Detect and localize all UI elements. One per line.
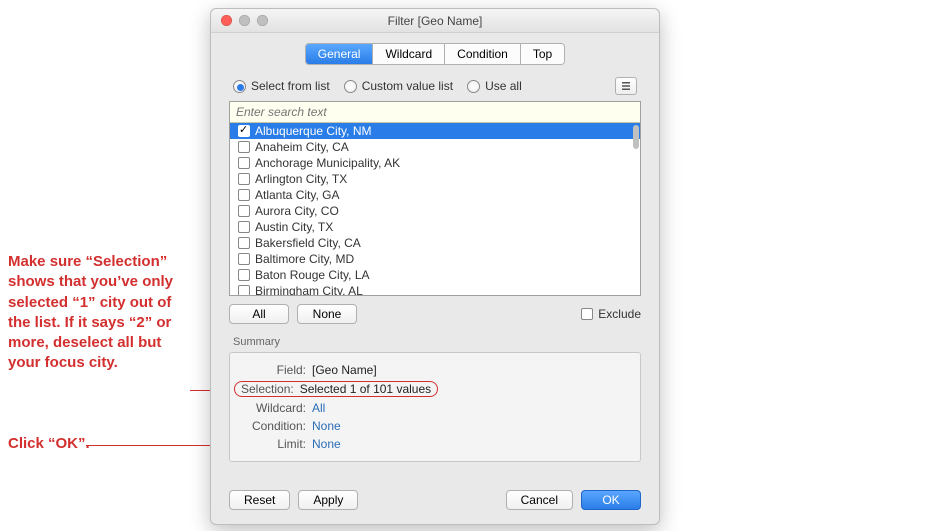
radio-label: Use all <box>485 79 522 93</box>
summary-limit-label: Limit: <box>240 437 312 451</box>
checkbox-icon <box>238 269 250 281</box>
search-input[interactable] <box>230 102 640 122</box>
radio-dot-icon <box>233 80 246 93</box>
list-item-label: Baton Rouge City, LA <box>255 268 370 283</box>
list-item[interactable]: Anaheim City, CA <box>230 139 640 155</box>
radio-label: Select from list <box>251 79 330 93</box>
summary-limit-value: None <box>312 437 341 451</box>
dialog-title: Filter [Geo Name] <box>211 14 659 28</box>
exclude-checkbox[interactable]: Exclude <box>581 307 641 321</box>
list-item-label: Albuquerque City, NM <box>255 124 372 139</box>
list-item[interactable]: Baton Rouge City, LA <box>230 267 640 283</box>
list-item-label: Baltimore City, MD <box>255 252 354 267</box>
checkbox-icon <box>238 157 250 169</box>
radio-dot-icon <box>344 80 357 93</box>
summary-condition-value: None <box>312 419 341 433</box>
list-item-label: Bakersfield City, CA <box>255 236 361 251</box>
list-item[interactable]: Albuquerque City, NM <box>230 123 640 139</box>
ok-button[interactable]: OK <box>581 490 641 510</box>
zoom-icon <box>257 15 268 26</box>
checkbox-icon <box>581 308 593 320</box>
list-item[interactable]: Aurora City, CO <box>230 203 640 219</box>
checkbox-icon <box>238 141 250 153</box>
tab-wildcard[interactable]: Wildcard <box>373 44 445 64</box>
value-list: Albuquerque City, NMAnaheim City, CAAnch… <box>229 101 641 296</box>
list-item-label: Arlington City, TX <box>255 172 347 187</box>
tab-control: General Wildcard Condition Top <box>229 43 641 65</box>
minimize-icon <box>239 15 250 26</box>
list-item-label: Anchorage Municipality, AK <box>255 156 400 171</box>
list-viewport[interactable]: Albuquerque City, NMAnaheim City, CAAnch… <box>230 123 640 295</box>
summary-selection-label: Selection: <box>241 382 300 396</box>
close-icon[interactable] <box>221 15 232 26</box>
radio-dot-icon <box>467 80 480 93</box>
list-item-label: Austin City, TX <box>255 220 333 235</box>
checkbox-icon <box>238 237 250 249</box>
list-item[interactable]: Austin City, TX <box>230 219 640 235</box>
checkbox-icon <box>238 173 250 185</box>
tab-general[interactable]: General <box>306 44 374 64</box>
summary-field-label: Field: <box>240 363 312 377</box>
summary-selection-value: Selected 1 of 101 values <box>300 382 431 396</box>
scrollbar-thumb[interactable] <box>633 125 639 149</box>
all-button[interactable]: All <box>229 304 289 324</box>
list-item-label: Atlanta City, GA <box>255 188 339 203</box>
list-item[interactable]: Anchorage Municipality, AK <box>230 155 640 171</box>
checkbox-icon <box>238 221 250 233</box>
reset-button[interactable]: Reset <box>229 490 290 510</box>
summary-box: Field: [Geo Name] Selection: Selected 1 … <box>229 352 641 462</box>
list-item[interactable]: Arlington City, TX <box>230 171 640 187</box>
checkbox-icon <box>238 285 250 295</box>
options-menu-button[interactable] <box>615 77 637 95</box>
selection-highlight: Selection: Selected 1 of 101 values <box>234 381 438 397</box>
summary-wildcard-value: All <box>312 401 325 415</box>
cancel-button[interactable]: Cancel <box>506 490 573 510</box>
checkbox-icon <box>238 125 250 137</box>
checkbox-icon <box>238 205 250 217</box>
window-controls <box>211 15 268 26</box>
radio-use-all[interactable]: Use all <box>467 79 522 93</box>
instruction-text-selection: Make sure “Selection” shows that you’ve … <box>8 252 193 374</box>
summary-field-value: [Geo Name] <box>312 363 377 377</box>
tab-top[interactable]: Top <box>521 44 564 64</box>
none-button[interactable]: None <box>297 304 357 324</box>
tab-condition[interactable]: Condition <box>445 44 521 64</box>
list-item[interactable]: Baltimore City, MD <box>230 251 640 267</box>
list-item[interactable]: Bakersfield City, CA <box>230 235 640 251</box>
summary-heading: Summary <box>233 336 641 348</box>
apply-button[interactable]: Apply <box>298 490 358 510</box>
titlebar: Filter [Geo Name] <box>211 9 659 33</box>
checkbox-icon <box>238 189 250 201</box>
checkbox-icon <box>238 253 250 265</box>
radio-select-from-list[interactable]: Select from list <box>233 79 330 93</box>
radio-custom-value-list[interactable]: Custom value list <box>344 79 453 93</box>
list-item[interactable]: Atlanta City, GA <box>230 187 640 203</box>
list-item-label: Aurora City, CO <box>255 204 339 219</box>
exclude-label: Exclude <box>598 307 641 321</box>
list-item-label: Birmingham City, AL <box>255 284 363 296</box>
filter-dialog: Filter [Geo Name] General Wildcard Condi… <box>210 8 660 525</box>
summary-condition-label: Condition: <box>240 419 312 433</box>
list-item[interactable]: Birmingham City, AL <box>230 283 640 295</box>
summary-wildcard-label: Wildcard: <box>240 401 312 415</box>
menu-icon <box>621 81 631 91</box>
radio-label: Custom value list <box>362 79 453 93</box>
list-item-label: Anaheim City, CA <box>255 140 349 155</box>
